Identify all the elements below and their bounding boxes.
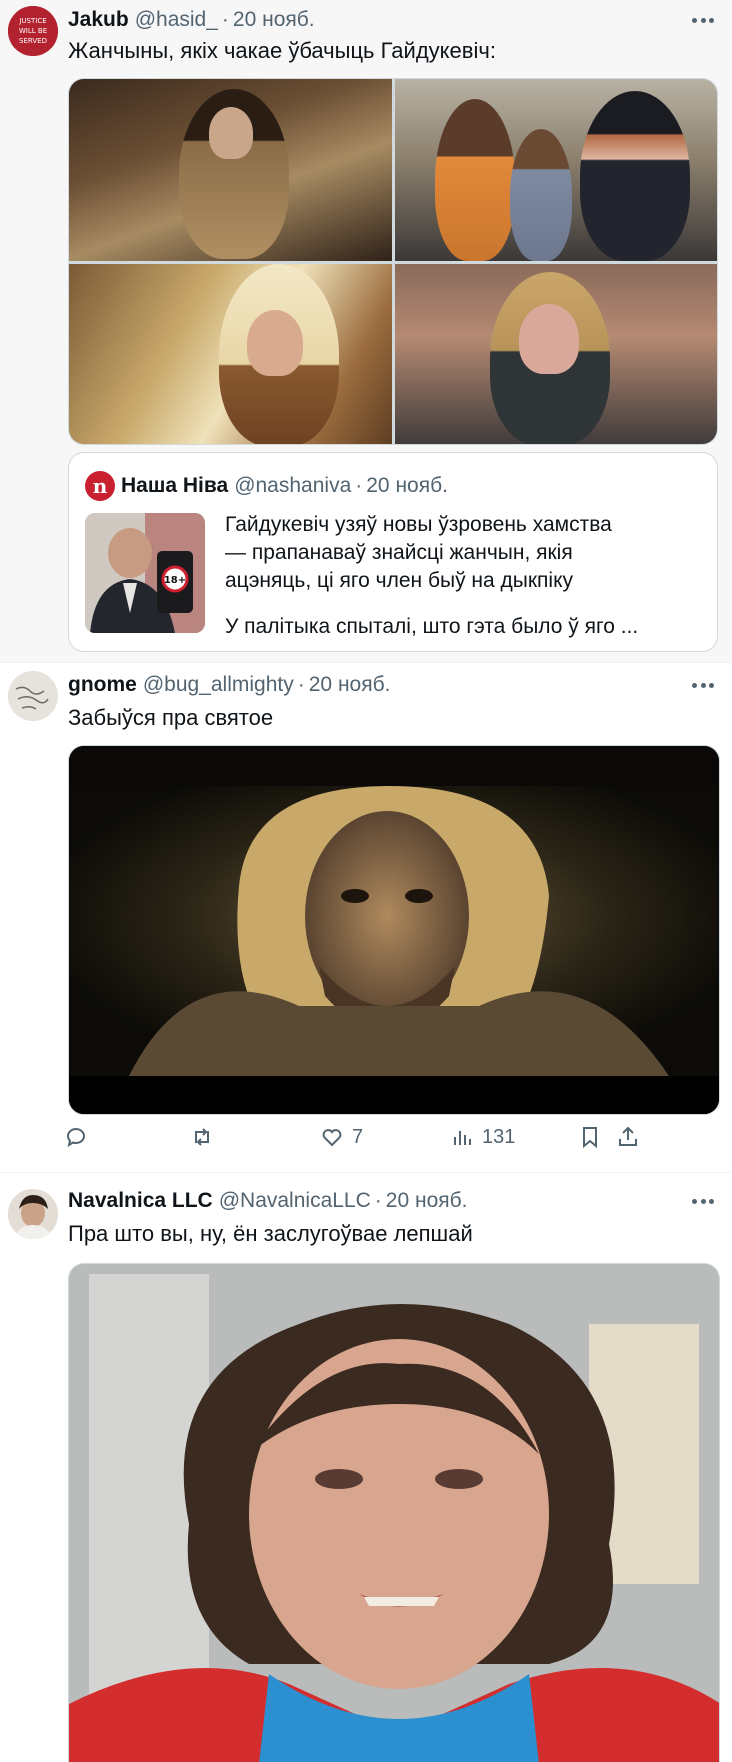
separator-dot: · xyxy=(297,673,305,696)
tweet-text: Жанчыны, якіх чакае ўбачыць Гайдукевіч: xyxy=(68,38,496,63)
tweet-image[interactable] xyxy=(68,745,720,1115)
tweet-date[interactable]: 20 нояб. xyxy=(233,8,315,32)
more-options-icon[interactable] xyxy=(688,675,718,695)
quoted-tweet-card[interactable]: n Наша Ніва @nashaniva · 20 нояб. 18+ Га… xyxy=(68,452,718,652)
photo-2[interactable] xyxy=(395,79,717,261)
svg-text:WILL BE: WILL BE xyxy=(19,27,47,35)
author-handle[interactable]: @bug_allmighty xyxy=(143,673,294,697)
tweet-text: Забыўся пра святое xyxy=(68,705,274,730)
author-name[interactable]: Jakub xyxy=(68,8,129,32)
retweet-icon xyxy=(195,1128,209,1146)
tweet-text: Пра што вы, ну, ён заслугоўвае лепшай xyxy=(68,1221,473,1246)
author-name[interactable]: gnome xyxy=(68,673,137,697)
nasha-niva-logo-icon: n xyxy=(85,471,115,501)
tweet-image[interactable] xyxy=(68,1263,720,1762)
reply-icon xyxy=(66,1128,85,1148)
heart-icon xyxy=(322,1129,342,1147)
retweet-button[interactable] xyxy=(190,1125,222,1149)
separator-dot: · xyxy=(355,474,363,497)
tweet-actions: 7 131 xyxy=(64,1125,724,1159)
share-icon xyxy=(619,1126,637,1146)
like-button[interactable]: 7 xyxy=(320,1125,363,1149)
author-handle[interactable]: @hasid_ xyxy=(135,8,218,32)
tweet-header: gnome @bug_allmighty · 20 нояб. xyxy=(68,673,390,697)
separator-dot: · xyxy=(221,8,229,31)
tweet-header: Jakub @hasid_ · 20 нояб. xyxy=(68,8,315,32)
tweet-gnome[interactable]: gnome @bug_allmighty · 20 нояб. Забыўся … xyxy=(0,662,732,1172)
avatar[interactable] xyxy=(8,671,58,721)
views-count: 131 xyxy=(482,1125,516,1148)
more-options-icon[interactable] xyxy=(688,1191,718,1211)
photo-1[interactable] xyxy=(69,79,392,261)
avatar[interactable]: JUSTICE WILL BE SERVED xyxy=(8,6,58,56)
avatar-image xyxy=(8,671,58,721)
author-name[interactable]: Navalnica LLC xyxy=(68,1189,213,1213)
reply-button[interactable] xyxy=(64,1125,96,1149)
quoted-preview-line: У палітыка спыталі, што гэта было ў яго … xyxy=(225,615,639,638)
tweet-header: Navalnica LLC @NavalnicaLLC · 20 нояб. xyxy=(68,1189,467,1213)
avatar[interactable] xyxy=(8,1189,58,1239)
photo-grid xyxy=(68,78,718,445)
photo-4[interactable] xyxy=(395,264,717,444)
quoted-tweet-header: n Наша Ніва @nashaniva · 20 нояб. xyxy=(85,471,448,501)
avatar-image xyxy=(8,1189,58,1239)
quoted-tweet-date: 20 нояб. xyxy=(366,474,448,497)
tweet-date[interactable]: 20 нояб. xyxy=(386,1189,468,1213)
quoted-line-2: — прапанаваў знайсці жанчын, якія xyxy=(225,541,573,564)
photo-3[interactable] xyxy=(69,264,392,444)
separator-dot: · xyxy=(374,1189,382,1212)
quoted-line-3: ацэняць, ці яго член быў на дыкпіку xyxy=(225,569,574,592)
tweet-navalnica[interactable]: Navalnica LLC @NavalnicaLLC · 20 нояб. П… xyxy=(0,1172,732,1762)
quoted-tweet-text: Гайдукевіч узяў новы ўзровень хамства — … xyxy=(225,511,705,641)
svg-text:18+: 18+ xyxy=(164,575,186,586)
quoted-line-1: Гайдукевіч узяў новы ўзровень хамства xyxy=(225,513,612,536)
quoted-tweet-thumbnail: 18+ xyxy=(85,513,205,633)
quoted-author-handle: @nashaniva xyxy=(234,474,352,497)
share-button[interactable] xyxy=(616,1125,640,1149)
author-handle[interactable]: @NavalnicaLLC xyxy=(219,1189,371,1213)
quoted-author-name: Наша Ніва xyxy=(121,474,229,497)
svg-text:JUSTICE: JUSTICE xyxy=(18,17,46,25)
bookmark-button[interactable] xyxy=(578,1125,602,1149)
bookmark-icon xyxy=(583,1127,597,1149)
more-options-icon[interactable] xyxy=(688,10,718,30)
tweet-jakub[interactable]: JUSTICE WILL BE SERVED Jakub @hasid_ · 2… xyxy=(0,0,732,662)
svg-text:SERVED: SERVED xyxy=(19,37,47,45)
views-button[interactable]: 131 xyxy=(450,1125,515,1149)
avatar-image: JUSTICE WILL BE SERVED xyxy=(8,6,58,56)
tweet-date[interactable]: 20 нояб. xyxy=(309,673,391,697)
views-chart-icon xyxy=(454,1131,471,1145)
like-count: 7 xyxy=(352,1125,364,1148)
